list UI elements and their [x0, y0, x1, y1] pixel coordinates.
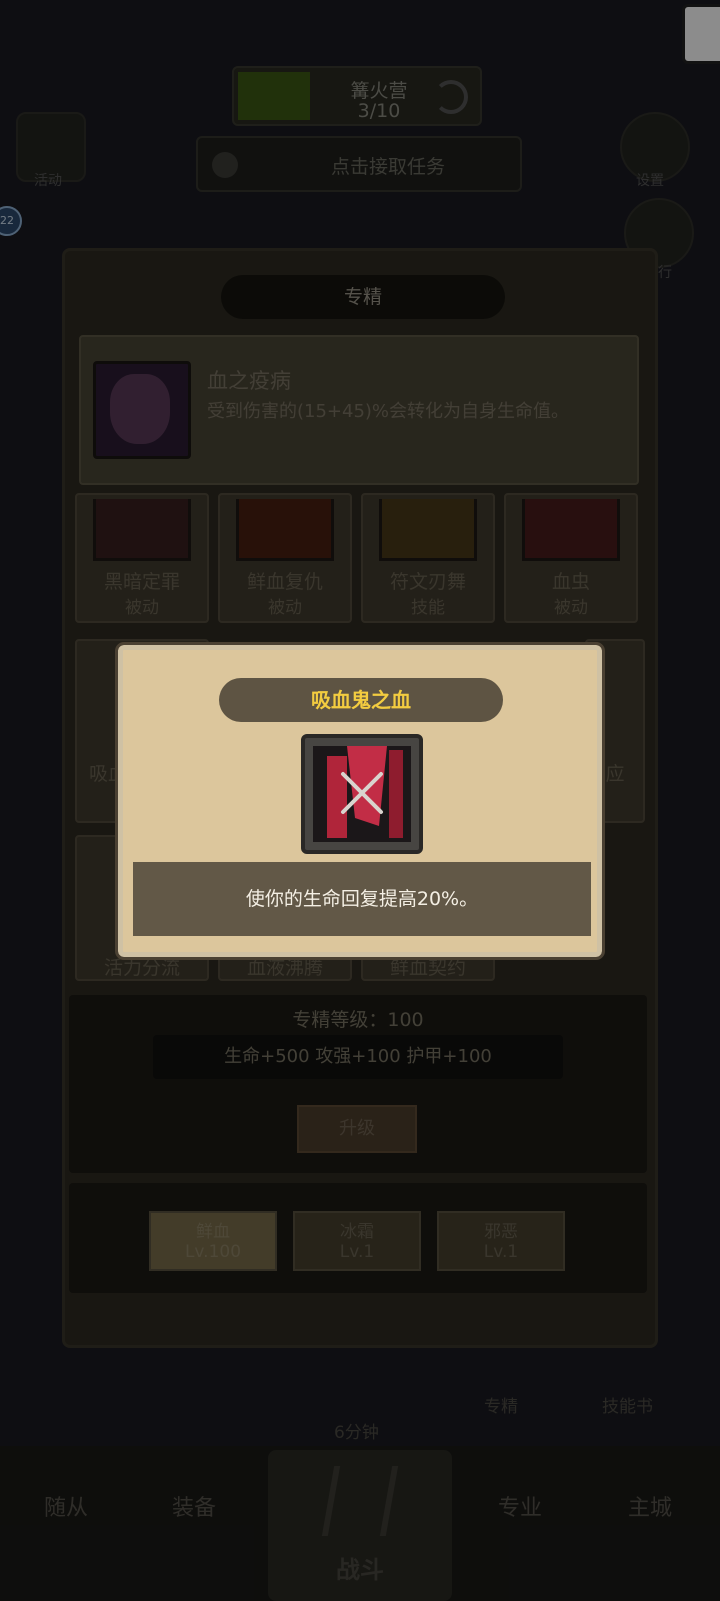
popup-description: 使你的生命回复提高20%。 — [133, 862, 591, 936]
talent-popup: 吸血鬼之血 使你的生命回复提高20%。 — [115, 642, 605, 960]
locked-x-icon — [341, 772, 383, 814]
talent-icon — [301, 734, 423, 854]
game-screen: 篝火营 3/10 点击接取任务 活动 设置 排行 22 专精 血之疫病 受到伤害… — [0, 0, 720, 1601]
popup-title: 吸血鬼之血 — [219, 678, 503, 722]
